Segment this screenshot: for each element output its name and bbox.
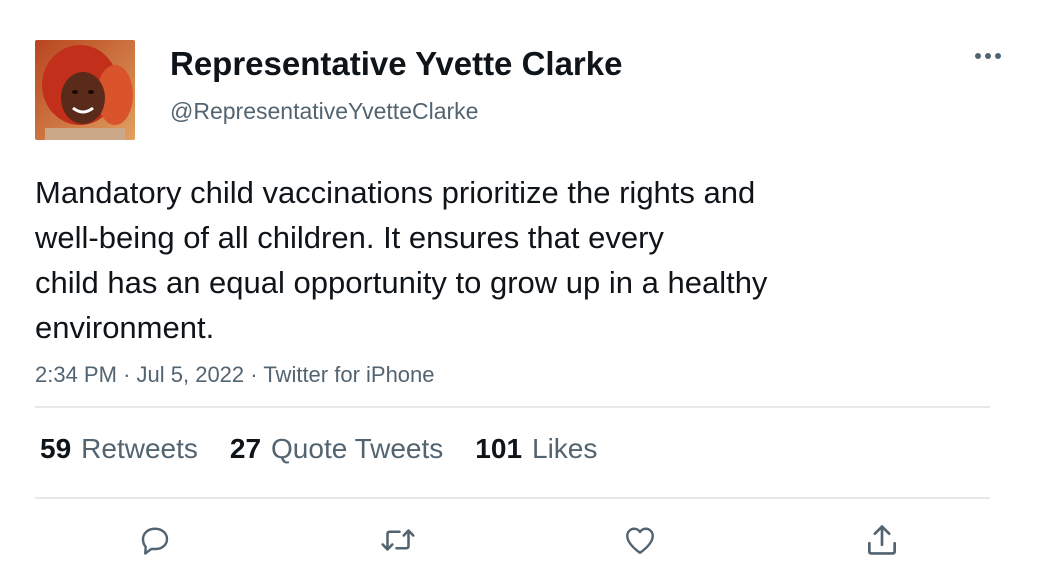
tweet-time[interactable]: 2:34 PM <box>35 362 117 387</box>
retweet-button[interactable] <box>378 520 418 560</box>
tweet-date[interactable]: Jul 5, 2022 <box>137 362 245 387</box>
more-options-button[interactable] <box>966 44 1010 68</box>
more-icon <box>975 53 1001 59</box>
tweet-source[interactable]: Twitter for iPhone <box>263 362 434 387</box>
quote-tweets-stat[interactable]: 27 Quote Tweets <box>230 432 443 466</box>
retweets-label: Retweets <box>81 433 198 464</box>
likes-label: Likes <box>532 433 598 464</box>
author-display-name[interactable]: Representative Yvette Clarke <box>170 44 622 84</box>
tweet-metadata: 2:34 PM · Jul 5, 2022 · Twitter for iPho… <box>35 361 435 389</box>
tweet-text-line: well-being of all children. It ensures t… <box>35 220 664 255</box>
tweet-text-line: environment. <box>35 310 215 345</box>
likes-count: 101 <box>475 433 523 464</box>
tweet-text-line: child has an equal opportunity to grow u… <box>35 265 768 300</box>
like-button[interactable] <box>620 520 660 560</box>
tweet-stats: 59 Retweets 27 Quote Tweets 101 Likes <box>40 432 597 466</box>
tweet-text-line: Mandatory child vaccinations prioritize … <box>35 175 756 210</box>
retweets-count: 59 <box>40 433 72 464</box>
retweets-stat[interactable]: 59 Retweets <box>40 432 198 466</box>
share-icon <box>867 525 897 555</box>
meta-separator: · <box>123 362 131 387</box>
quote-tweets-label: Quote Tweets <box>271 433 444 464</box>
divider <box>35 406 990 408</box>
reply-button[interactable] <box>135 520 175 560</box>
profile-photo <box>35 40 135 140</box>
meta-separator: · <box>250 362 258 387</box>
avatar[interactable] <box>35 40 135 140</box>
author-handle[interactable]: @RepresentativeYvetteClarke <box>170 97 478 125</box>
tweet-text: Mandatory child vaccinations prioritize … <box>35 170 995 350</box>
quote-tweets-count: 27 <box>229 433 262 464</box>
like-icon <box>626 527 654 554</box>
likes-stat[interactable]: 101 Likes <box>475 432 597 466</box>
retweet-icon <box>381 529 415 551</box>
share-button[interactable] <box>862 520 902 560</box>
reply-icon <box>141 527 169 555</box>
divider <box>35 497 990 499</box>
